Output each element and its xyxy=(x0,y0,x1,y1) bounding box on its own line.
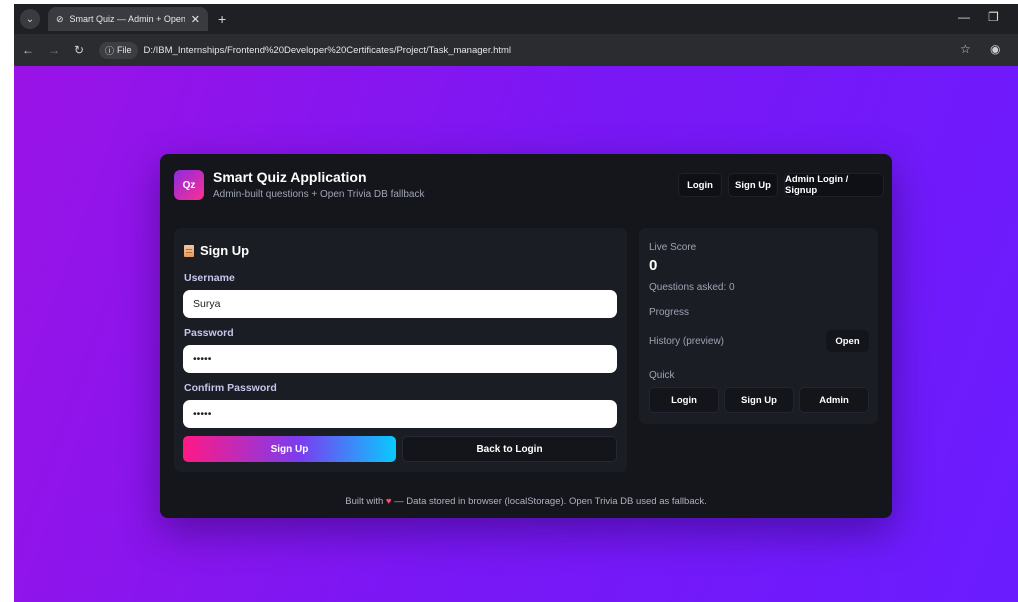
signup-title-text: Sign Up xyxy=(200,243,250,258)
password-label: Password xyxy=(184,327,234,339)
app-card: Qz Smart Quiz Application Admin-built qu… xyxy=(160,154,892,518)
history-label: History (preview) xyxy=(649,336,725,347)
header-admin-button[interactable]: Admin Login / Signup xyxy=(784,173,884,197)
address-bar[interactable]: ⓘ File D:/IBM_Internships/Frontend%20Dev… xyxy=(99,38,964,62)
tab-search-icon[interactable]: ⌄ xyxy=(20,9,40,29)
app-subtitle: Admin-built questions + Open Trivia DB f… xyxy=(213,189,425,200)
username-input[interactable] xyxy=(183,290,617,318)
browser-tab[interactable]: ⊘ Smart Quiz — Admin + OpenTr ✕ xyxy=(48,7,208,31)
header-login-button[interactable]: Login xyxy=(678,173,722,197)
header-signup-button[interactable]: Sign Up xyxy=(728,173,778,197)
new-tab-icon[interactable]: + xyxy=(218,11,226,27)
questions-asked: Questions asked: 0 xyxy=(649,282,735,293)
history-open-button[interactable]: Open xyxy=(826,330,869,352)
forward-arrow-icon[interactable]: → xyxy=(48,43,60,57)
star-icon[interactable]: ☆ xyxy=(960,42,971,56)
signup-title: Sign Up xyxy=(184,243,249,258)
globe-icon: ⊘ xyxy=(56,13,64,24)
browser-tabstrip: ⌄ ⊘ Smart Quiz — Admin + OpenTr ✕ + — ❐ xyxy=(14,4,1018,34)
confirm-password-input[interactable] xyxy=(183,400,617,428)
app-logo: Qz xyxy=(174,170,204,200)
heart-icon: ♥ xyxy=(385,496,392,507)
restore-icon[interactable]: ❐ xyxy=(988,10,999,24)
signup-submit-button[interactable]: Sign Up xyxy=(183,436,396,462)
quick-admin-button[interactable]: Admin xyxy=(799,387,869,413)
app-title: Smart Quiz Application xyxy=(213,169,367,185)
confirm-password-label: Confirm Password xyxy=(184,382,277,394)
back-arrow-icon[interactable]: ← xyxy=(22,43,34,57)
browser-toolbar: ← → ↻ ⓘ File D:/IBM_Internships/Frontend… xyxy=(14,34,1018,66)
progress-label: Progress xyxy=(649,307,690,318)
profile-icon[interactable]: ◉ xyxy=(990,42,1000,56)
info-icon: ⓘ xyxy=(105,45,115,56)
url-text: D:/IBM_Internships/Frontend%20Developer%… xyxy=(143,44,512,56)
page-viewport: Qz Smart Quiz Application Admin-built qu… xyxy=(14,66,1018,602)
file-chip-label: File xyxy=(117,45,132,55)
footer-prefix: Built with xyxy=(345,496,384,507)
live-score-value: 0 xyxy=(649,257,658,274)
signup-panel: Sign Up Username Password Confirm Passwo… xyxy=(174,228,627,472)
live-score-label: Live Score xyxy=(649,242,697,253)
tab-close-icon[interactable]: ✕ xyxy=(191,13,200,26)
footer-suffix: — Data stored in browser (localStorage).… xyxy=(394,496,707,507)
minimize-icon[interactable]: — xyxy=(958,10,970,24)
back-to-login-button[interactable]: Back to Login xyxy=(402,436,617,462)
reload-icon[interactable]: ↻ xyxy=(74,43,84,57)
quick-signup-button[interactable]: Sign Up xyxy=(724,387,794,413)
document-icon xyxy=(184,244,194,257)
tab-title: Smart Quiz — Admin + OpenTr xyxy=(69,14,185,24)
quick-login-button[interactable]: Login xyxy=(649,387,719,413)
footer: Built with ♥ — Data stored in browser (l… xyxy=(160,496,892,507)
password-input[interactable] xyxy=(183,345,617,373)
quick-label: Quick xyxy=(649,370,675,381)
status-panel: Live Score 0 Questions asked: 0 Progress… xyxy=(639,228,878,424)
site-info-chip[interactable]: ⓘ File xyxy=(99,41,138,59)
username-label: Username xyxy=(184,272,235,284)
